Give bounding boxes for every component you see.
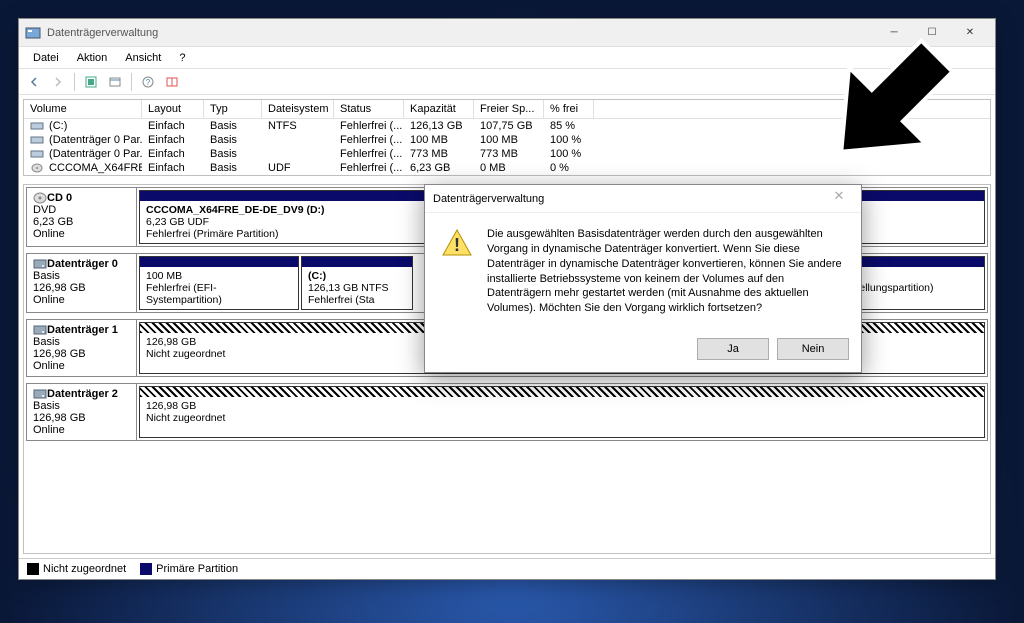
legend: Nicht zugeordnet Primäre Partition bbox=[19, 558, 995, 579]
menu-aktion[interactable]: Aktion bbox=[69, 50, 116, 66]
properties-button[interactable] bbox=[104, 71, 126, 93]
volume-cell bbox=[262, 133, 334, 147]
column-header[interactable]: Typ bbox=[204, 100, 262, 118]
volume-cell: Fehlerfrei (... bbox=[334, 119, 404, 133]
column-header[interactable]: Kapazität bbox=[404, 100, 474, 118]
toolbar: ? bbox=[19, 69, 995, 95]
disk-label[interactable]: Datenträger 1Basis126,98 GBOnline bbox=[27, 320, 137, 376]
volume-cell: Fehlerfrei (... bbox=[334, 161, 404, 175]
column-header[interactable]: Freier Sp... bbox=[474, 100, 544, 118]
window-title: Datenträgerverwaltung bbox=[47, 27, 875, 39]
volume-cell: 0 % bbox=[544, 161, 594, 175]
disk-label[interactable]: Datenträger 2Basis126,98 GBOnline bbox=[27, 384, 137, 440]
layout-button[interactable] bbox=[161, 71, 183, 93]
volume-cell bbox=[262, 147, 334, 161]
nav-back-button[interactable] bbox=[23, 71, 45, 93]
volume-cell: Einfach bbox=[142, 119, 204, 133]
disk-icon bbox=[33, 324, 47, 336]
column-header[interactable]: Dateisystem bbox=[262, 100, 334, 118]
svg-text:!: ! bbox=[454, 235, 460, 255]
disk-label[interactable]: Datenträger 0Basis126,98 GBOnline bbox=[27, 254, 137, 312]
volume-cell: Basis bbox=[204, 161, 262, 175]
partition[interactable]: (C:)126,13 GB NTFSFehlerfrei (Sta bbox=[301, 256, 413, 310]
app-icon bbox=[25, 25, 41, 41]
close-button[interactable]: ✕ bbox=[951, 21, 989, 45]
menu-datei[interactable]: Datei bbox=[25, 50, 67, 66]
volume-cell: 100 % bbox=[544, 133, 594, 147]
volume-cell: UDF bbox=[262, 161, 334, 175]
volume-row[interactable]: (Datenträger 0 Par...EinfachBasis Fehlerf… bbox=[24, 133, 990, 147]
disk-row: Datenträger 2Basis126,98 GBOnline126,98 … bbox=[26, 383, 988, 441]
no-button[interactable]: Nein bbox=[777, 338, 849, 360]
volume-cell: (Datenträger 0 Par... bbox=[24, 133, 142, 147]
volume-cell: 0 MB bbox=[474, 161, 544, 175]
dialog-title: Datenträgerverwaltung bbox=[433, 193, 825, 205]
volume-cell: Einfach bbox=[142, 147, 204, 161]
volume-list: VolumeLayoutTypDateisystemStatusKapazitä… bbox=[23, 99, 991, 176]
dialog-titlebar[interactable]: Datenträgerverwaltung ✕ bbox=[425, 185, 861, 213]
disk-icon bbox=[33, 388, 47, 400]
volume-cell: Basis bbox=[204, 133, 262, 147]
volume-cell: 107,75 GB bbox=[474, 119, 544, 133]
cd-icon bbox=[30, 163, 44, 173]
disk-label[interactable]: CD 0DVD6,23 GBOnline bbox=[27, 188, 137, 246]
menu-ansicht[interactable]: Ansicht bbox=[117, 50, 169, 66]
column-header[interactable]: % frei bbox=[544, 100, 594, 118]
nav-forward-button[interactable] bbox=[47, 71, 69, 93]
volume-cell: NTFS bbox=[262, 119, 334, 133]
volume-cell: 100 MB bbox=[474, 133, 544, 147]
legend-item: Nicht zugeordnet bbox=[27, 563, 126, 575]
volume-cell: 85 % bbox=[544, 119, 594, 133]
volume-cell: (C:) bbox=[24, 119, 142, 133]
volume-row[interactable]: CCCOMA_X64FRE...EinfachBasisUDFFehlerfre… bbox=[24, 161, 990, 175]
refresh-button[interactable] bbox=[80, 71, 102, 93]
toolbar-separator bbox=[74, 73, 75, 91]
volume-cell: 100 MB bbox=[404, 133, 474, 147]
help-button[interactable]: ? bbox=[137, 71, 159, 93]
warning-icon: ! bbox=[441, 227, 473, 259]
volume-cell: 773 MB bbox=[404, 147, 474, 161]
dialog-message: Die ausgewählten Basisdatenträger werden… bbox=[487, 227, 845, 316]
dialog-close-button[interactable]: ✕ bbox=[825, 188, 853, 210]
menu-help[interactable]: ? bbox=[171, 50, 193, 66]
titlebar[interactable]: Datenträgerverwaltung ─ ☐ ✕ bbox=[19, 19, 995, 47]
column-header[interactable]: Volume bbox=[24, 100, 142, 118]
volume-cell: Basis bbox=[204, 147, 262, 161]
confirm-dialog: Datenträgerverwaltung ✕ ! Die ausgewählt… bbox=[424, 184, 862, 373]
volume-cell: 6,23 GB bbox=[404, 161, 474, 175]
volume-cell: Einfach bbox=[142, 133, 204, 147]
volume-row[interactable]: (Datenträger 0 Par...EinfachBasis Fehlerf… bbox=[24, 147, 990, 161]
drive-icon bbox=[30, 135, 44, 145]
volume-list-header: VolumeLayoutTypDateisystemStatusKapazitä… bbox=[24, 100, 990, 119]
volume-cell: Basis bbox=[204, 119, 262, 133]
svg-text:?: ? bbox=[146, 78, 151, 87]
column-header[interactable]: Status bbox=[334, 100, 404, 118]
volume-cell: Fehlerfrei (... bbox=[334, 147, 404, 161]
legend-item: Primäre Partition bbox=[140, 563, 238, 575]
cd-icon bbox=[33, 192, 47, 204]
volume-cell: 126,13 GB bbox=[404, 119, 474, 133]
volume-cell: 100 % bbox=[544, 147, 594, 161]
yes-button[interactable]: Ja bbox=[697, 338, 769, 360]
disk-icon bbox=[33, 258, 47, 270]
partition[interactable]: 100 MBFehlerfrei (EFI-Systempartition) bbox=[139, 256, 299, 310]
volume-cell: (Datenträger 0 Par... bbox=[24, 147, 142, 161]
volume-cell: Fehlerfrei (... bbox=[334, 133, 404, 147]
volume-cell: CCCOMA_X64FRE... bbox=[24, 161, 142, 175]
volume-cell: 773 MB bbox=[474, 147, 544, 161]
drive-icon bbox=[30, 149, 44, 159]
column-header[interactable]: Layout bbox=[142, 100, 204, 118]
partition[interactable]: 126,98 GBNicht zugeordnet bbox=[139, 386, 985, 438]
volume-row[interactable]: (C:)EinfachBasisNTFSFehlerfrei (...126,1… bbox=[24, 119, 990, 133]
drive-icon bbox=[30, 121, 44, 131]
minimize-button[interactable]: ─ bbox=[875, 21, 913, 45]
menubar: Datei Aktion Ansicht ? bbox=[19, 47, 995, 69]
toolbar-separator bbox=[131, 73, 132, 91]
volume-cell: Einfach bbox=[142, 161, 204, 175]
maximize-button[interactable]: ☐ bbox=[913, 21, 951, 45]
